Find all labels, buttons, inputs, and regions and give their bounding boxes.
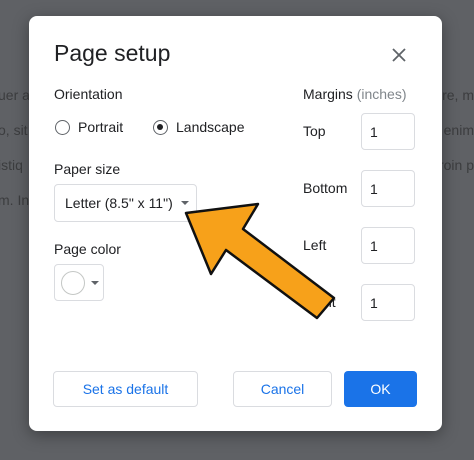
page-setup-dialog: Page setup Orientation Portrait Landscap… (29, 16, 442, 431)
color-swatch (61, 270, 85, 295)
orientation-label: Orientation (54, 86, 123, 102)
background-doc-text: enim (443, 122, 474, 138)
margin-bottom-label: Bottom (303, 180, 348, 196)
margin-right-label: Right (303, 294, 336, 310)
page-color-picker[interactable] (54, 264, 104, 301)
chevron-down-icon (91, 280, 99, 285)
set-as-default-button[interactable]: Set as default (53, 371, 198, 407)
margins-unit: (inches) (356, 86, 407, 102)
landscape-label: Landscape (176, 119, 245, 135)
chevron-down-icon (180, 201, 189, 205)
paper-size-value: Letter (8.5" x 11") (65, 195, 173, 211)
radio-button[interactable] (55, 119, 70, 135)
margin-top-label: Top (303, 123, 326, 139)
background-doc-text: re, m (442, 87, 474, 103)
close-icon (392, 48, 406, 62)
background-doc-text: istiq (0, 157, 23, 173)
margin-bottom-input[interactable] (361, 170, 415, 207)
portrait-label: Portrait (78, 119, 124, 135)
landscape-radio[interactable]: Landscape (153, 119, 245, 135)
background-doc-text: o, sit (0, 122, 28, 138)
margins-heading: Margins (inches) (303, 86, 406, 102)
ok-button[interactable]: OK (344, 371, 417, 407)
paper-size-select[interactable]: Letter (8.5" x 11") (54, 184, 197, 222)
cancel-button[interactable]: Cancel (233, 371, 332, 407)
background-doc-text: roin p (438, 157, 474, 173)
portrait-radio[interactable]: Portrait (55, 119, 123, 135)
dialog-title: Page setup (54, 40, 171, 66)
page-color-label: Page color (54, 241, 121, 257)
background-doc-text: m. In (0, 192, 30, 208)
margin-left-input[interactable] (361, 227, 415, 264)
paper-size-label: Paper size (54, 161, 121, 177)
margin-left-label: Left (303, 237, 327, 253)
background-doc-text: uer a (0, 87, 30, 103)
close-button[interactable] (385, 41, 413, 69)
margins-label: Margins (303, 86, 353, 102)
margin-top-input[interactable] (361, 113, 415, 150)
margin-right-input[interactable] (361, 284, 415, 321)
radio-button-checked[interactable] (153, 119, 168, 135)
